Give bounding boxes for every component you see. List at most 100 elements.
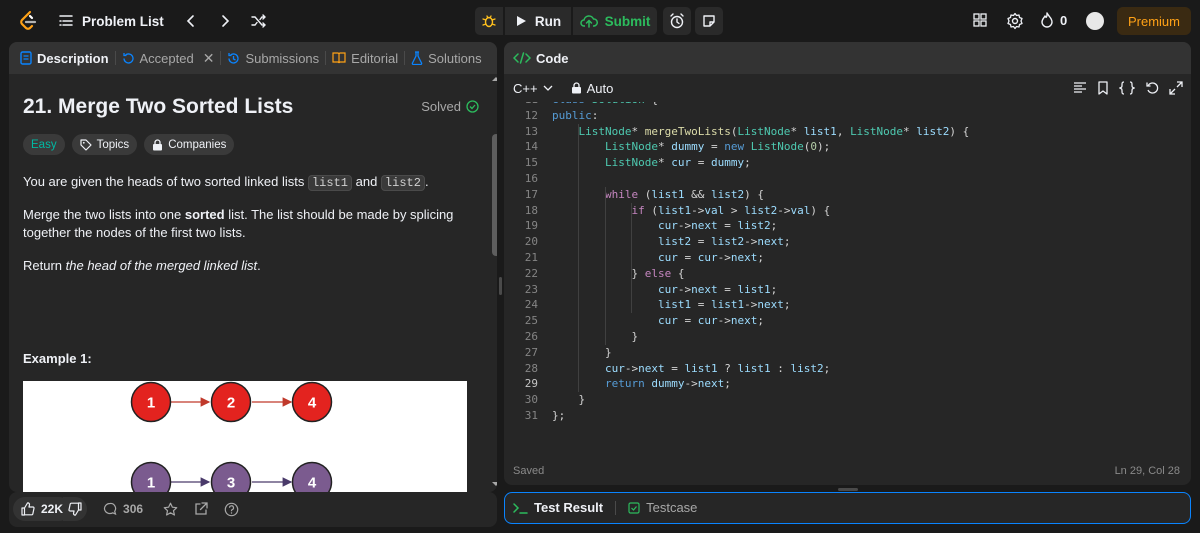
code-text: if (list1->val > list2->val) { [631,203,831,217]
code-line[interactable]: 16 [504,171,1191,187]
debug-button[interactable] [475,7,503,35]
close-icon[interactable]: ✕ [203,50,215,67]
cloud-upload-icon [579,15,598,28]
code-line[interactable]: 23 cur->next = list1; [504,282,1191,298]
alarm-clock-icon [670,13,684,29]
code-line[interactable]: 30 } [504,392,1191,408]
submit-label: Submit [604,13,651,29]
note-icon [703,15,715,27]
chevron-right-icon [221,15,229,27]
vertical-resize-handle[interactable] [499,277,502,295]
code-line[interactable]: 20 list2 = list2->next; [504,234,1191,250]
code-text: cur = cur->next; [657,251,764,264]
tab-divider [325,51,327,65]
code-line[interactable]: 12 public: [504,108,1191,124]
play-icon [516,16,526,26]
line-number: 30 [524,393,538,407]
chevron-down-icon [543,85,553,91]
favorite-button[interactable] [163,502,178,517]
companies-chip[interactable]: Companies [144,134,235,155]
like-count: 22K [41,502,64,516]
tab-test-result[interactable]: Test Result [534,500,603,515]
prev-problem-button[interactable] [180,10,202,32]
avatar[interactable] [1086,12,1104,30]
line-number: 13 [524,124,538,138]
tab-solutions-label: Solutions [428,50,482,66]
run-button[interactable]: Run [505,7,571,35]
next-problem-button[interactable] [214,10,236,32]
code-icon [513,52,531,64]
line-number: 26 [524,330,538,343]
code-line[interactable]: 25 cur = cur->next; [504,313,1191,329]
layout-grid-icon[interactable] [972,12,988,28]
line-number: 19 [524,219,538,233]
code-text: cur->next = list1 ? list1 : list2; [604,361,831,375]
scrollbar-thumb[interactable] [492,134,497,256]
streak-counter[interactable]: 0 [1040,12,1067,28]
leetcode-logo-icon[interactable] [16,9,40,33]
code-line[interactable]: 24 list1 = list1->next; [504,297,1191,313]
tab-testcase[interactable]: Testcase [646,500,697,515]
problem-list-link[interactable]: Problem List [82,14,164,29]
code-line[interactable]: 21 cur = cur->next; [504,250,1191,266]
line-number: 23 [524,282,538,296]
auto-mode-toggle[interactable]: Auto [571,81,613,96]
notes-button[interactable] [695,7,723,35]
comment-count: 306 [123,502,144,516]
list1-nodes: 1 2 4 [130,381,333,423]
comments-button[interactable]: 306 [103,502,143,516]
gear-icon[interactable] [1006,12,1024,30]
book-icon [332,52,346,64]
random-problem-button[interactable] [248,10,270,32]
code-line[interactable]: 29 return dummy->next; [504,376,1191,392]
format-icon[interactable] [1073,81,1087,95]
topics-chip[interactable]: Topics [71,134,138,155]
horizontal-resize-handle[interactable] [838,488,858,491]
reset-icon[interactable] [1145,81,1159,95]
tab-submissions[interactable]: Submissions [227,42,319,74]
indent-guide [604,186,606,345]
topics-label: Topics [96,138,130,151]
bookmark-icon[interactable] [1097,81,1109,95]
code-line[interactable]: 28 cur->next = list1 ? list1 : list2; [504,361,1191,377]
check-circle-icon [466,100,479,113]
code-tab-label[interactable]: Code [536,51,569,66]
lock-icon [571,82,581,94]
line-number: 29 [524,377,538,391]
tab-editorial[interactable]: Editorial [332,42,398,74]
code-line[interactable]: 18 if (list1->val > list2->val) { [504,203,1191,219]
scroll-down-icon[interactable] [491,480,497,488]
flame-icon [1041,12,1053,28]
code-line[interactable]: 31}; [504,408,1191,424]
tab-description[interactable]: Description [20,42,109,74]
code-line[interactable]: 27 } [504,345,1191,361]
line-number: 20 [524,235,538,249]
expand-icon[interactable] [1169,81,1183,95]
tab-accepted-label: Accepted [139,50,194,66]
tab-solutions[interactable]: Solutions [411,42,482,74]
scroll-up-icon[interactable] [491,75,497,83]
question-circle-icon [224,502,239,516]
code-panel: Code C++ Auto 11class Solution {12public… [504,42,1191,485]
line-number: 25 [524,314,538,328]
premium-button[interactable]: Premium [1117,7,1191,35]
submit-button[interactable]: Submit [573,7,657,35]
share-button[interactable] [194,502,208,516]
help-button[interactable] [224,502,239,517]
timer-button[interactable] [663,7,691,35]
code-line[interactable]: 26 } [504,329,1191,345]
code-line[interactable]: 15 ListNode* cur = dummy; [504,155,1191,171]
code-line[interactable]: 19 cur->next = list2; [504,218,1191,234]
code-editor[interactable]: 11class Solution {12public:13 ListNode* … [504,102,1191,462]
code-line[interactable]: 14 ListNode* dummy = new ListNode(0); [504,139,1191,155]
p2-text: Merge the two lists into one [23,207,185,222]
code-line[interactable]: 17 while (list1 && list2) { [504,187,1191,203]
code-line[interactable]: 22 } else { [504,266,1191,282]
braces-icon[interactable] [1119,81,1135,95]
language-select[interactable]: C++ [513,81,553,96]
tab-accepted[interactable]: Accepted ✕ [122,42,215,74]
run-label: Run [534,13,562,29]
dislike-button[interactable] [63,497,88,521]
p3-emphasis: the head of the merged linked list [65,258,258,273]
code-line[interactable]: 13 ListNode* mergeTwoLists(ListNode* lis… [504,124,1191,140]
